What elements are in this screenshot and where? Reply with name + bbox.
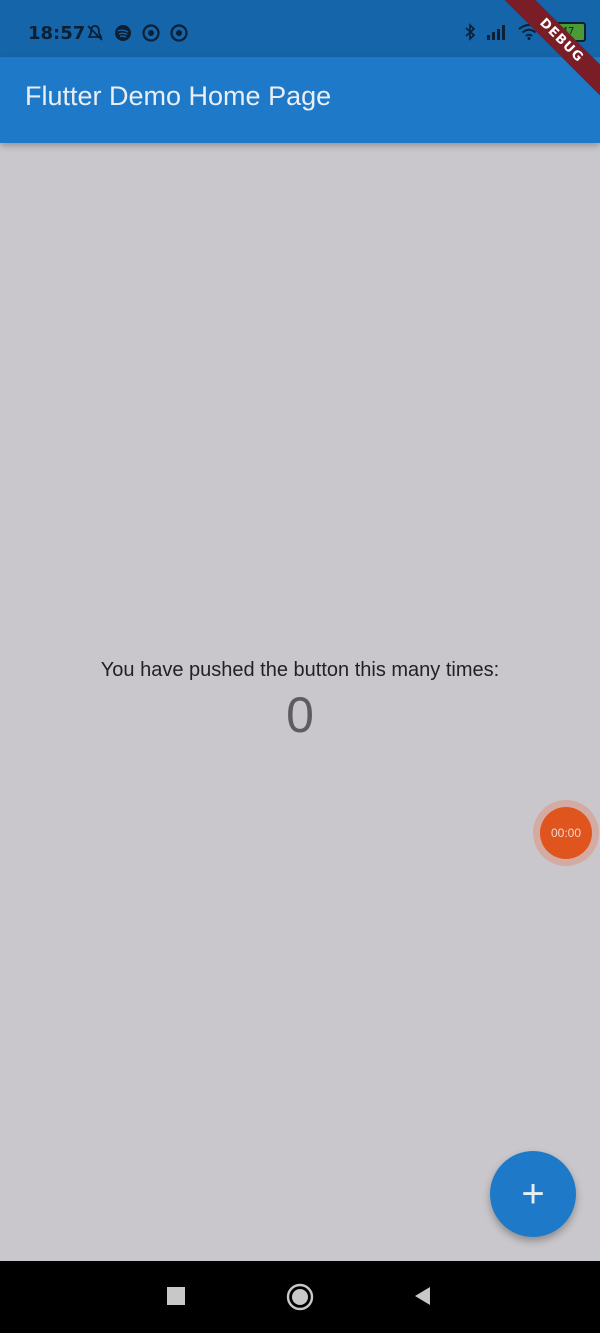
notification-icons xyxy=(86,24,188,42)
screen-recorder-bubble[interactable]: 00:00 xyxy=(533,800,599,866)
recorder-time: 00:00 xyxy=(540,807,592,859)
recents-icon[interactable] xyxy=(165,1285,187,1307)
status-time: 18:57 xyxy=(28,23,86,44)
counter-value: 0 xyxy=(286,687,314,743)
home-icon[interactable] xyxy=(286,1283,314,1311)
page-title: Flutter Demo Home Page xyxy=(25,81,332,111)
app-icon xyxy=(170,24,188,42)
bell-off-icon xyxy=(87,25,103,41)
spotify-icon xyxy=(115,25,131,41)
counter-label: You have pushed the button this many tim… xyxy=(100,659,500,681)
app-icon xyxy=(142,24,160,42)
back-icon[interactable] xyxy=(412,1285,434,1307)
increment-button[interactable]: + xyxy=(490,1151,576,1237)
bluetooth-icon xyxy=(465,23,476,41)
status-bar: 18:57 xyxy=(0,0,600,57)
signal-icon xyxy=(487,25,505,40)
navigation-bar xyxy=(0,1261,600,1333)
app-bar: Flutter Demo Home Page xyxy=(0,57,600,143)
